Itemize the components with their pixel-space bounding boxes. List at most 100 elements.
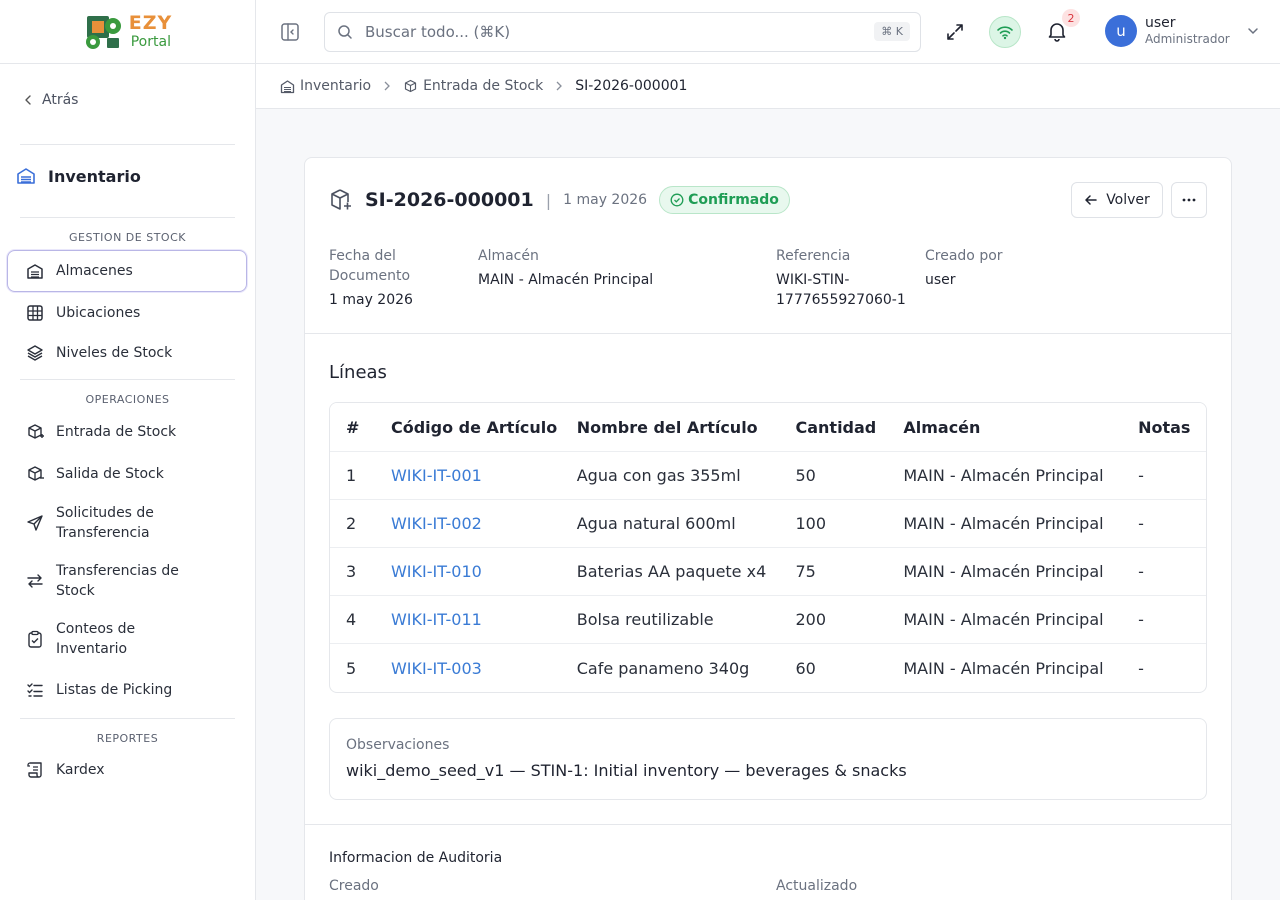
divider (20, 217, 235, 218)
top-bar: Buscar todo... (⌘K) ⌘ K 2 u user Adminis… (256, 0, 1280, 64)
sidebar-item-salida-de-stock[interactable]: Salida de Stock (8, 464, 248, 484)
meta-almacen: Almacén MAIN - Almacén Principal (478, 246, 653, 290)
sidebar-item-label: Stock (56, 583, 95, 599)
section-label-reportes: REPORTES (96, 732, 159, 745)
warehouse-icon (280, 79, 295, 93)
connection-status-button[interactable] (989, 16, 1021, 48)
cell-notes: - (1138, 466, 1144, 485)
item-code-link[interactable]: WIKI-IT-002 (391, 514, 577, 533)
sidebar-item-transferencias-de-stock[interactable]: Transferencias de Stock (8, 561, 248, 601)
logo[interactable]: EZY Portal (0, 0, 255, 64)
meta-value: user (925, 272, 956, 288)
sidebar-item-label: Almacenes (56, 263, 133, 279)
chevron-right-icon (556, 81, 563, 91)
search-input[interactable]: Buscar todo... (⌘K) ⌘ K (324, 12, 921, 52)
cell-item-name: Agua con gas 355ml (576, 466, 741, 485)
audit-section-title: Informacion de Auditoria (329, 850, 503, 866)
cell-notes: - (1138, 562, 1144, 581)
user-menu[interactable]: u user Administrador (1105, 15, 1260, 47)
meta-label: Documento (329, 268, 411, 284)
sidebar-item-kardex[interactable]: Kardex (8, 760, 248, 780)
column-header: Notas (1138, 417, 1191, 437)
warehouse-icon (17, 168, 35, 184)
cell-warehouse: MAIN - Almacén Principal (903, 610, 1104, 629)
breadcrumb-item-inventario[interactable]: Inventario (280, 78, 371, 94)
meta-creado-por: Creado por user (925, 246, 1003, 290)
user-name: user (1145, 15, 1176, 32)
sidebar-toggle-button[interactable] (280, 22, 300, 42)
title-separator: | (545, 190, 552, 210)
sidebar-item-label: Entrada de Stock (56, 424, 177, 440)
grid-icon (27, 305, 43, 321)
sidebar-item-label: Salida de Stock (56, 466, 164, 482)
arrows-swap-icon (27, 574, 43, 588)
meta-referencia: Referencia WIKI-STIN- 1777655927060-1 (776, 246, 906, 310)
audit-updated-label: Actualizado (776, 878, 858, 894)
column-header: # (346, 417, 360, 437)
sidebar-item-label: Listas de Picking (56, 682, 173, 698)
table-row: 1 WIKI-IT-001 Agua con gas 355ml 50 MAIN… (330, 452, 1206, 500)
module-title: Inventario (16, 166, 141, 186)
document-date: 1 may 2026 (563, 192, 648, 208)
arrow-left-icon (1085, 195, 1097, 205)
send-icon (27, 515, 43, 531)
sidebar-item-label: Ubicaciones (56, 305, 141, 321)
cell-quantity: 50 (795, 466, 816, 485)
section-label-gestion: GESTION DE STOCK (69, 231, 186, 244)
breadcrumb-item-entrada-de-stock[interactable]: Entrada de Stock (403, 78, 543, 94)
sidebar-item-label: Transferencia (56, 525, 150, 541)
meta-fecha: Fecha del Documento 1 may 2026 (329, 246, 413, 310)
sidebar-item-conteos-de-inventario[interactable]: Conteos de Inventario (8, 619, 248, 659)
table-row: 5 WIKI-IT-003 Cafe panameno 340g 60 MAIN… (330, 644, 1206, 692)
cell-quantity: 75 (795, 562, 816, 581)
logo-mark-icon (83, 12, 125, 52)
sidebar-item-niveles-de-stock[interactable]: Niveles de Stock (8, 343, 248, 363)
search-shortcut-badge: ⌘ K (874, 22, 910, 41)
cell-notes: - (1138, 610, 1144, 629)
lines-section-title: Líneas (329, 362, 387, 383)
warehouse-icon (27, 264, 43, 279)
item-code-link[interactable]: WIKI-IT-001 (391, 466, 577, 485)
meta-value: 1777655927060-1 (776, 292, 906, 308)
cell-notes: - (1138, 514, 1144, 533)
cell-quantity: 100 (795, 514, 827, 533)
sidebar-item-label: Inventario (56, 641, 128, 657)
sidebar-item-label: Kardex (56, 762, 105, 778)
lines-table: # Código de Artículo Nombre del Artículo… (329, 402, 1207, 693)
table-row: 4 WIKI-IT-011 Bolsa reutilizable 200 MAI… (330, 596, 1206, 644)
more-actions-button[interactable] (1171, 182, 1207, 218)
cell-quantity: 200 (795, 610, 827, 629)
search-icon (338, 25, 352, 39)
sidebar-item-almacenes[interactable]: Almacenes (7, 250, 247, 292)
item-code-link[interactable]: WIKI-IT-010 (391, 562, 577, 581)
item-code-link[interactable]: WIKI-IT-003 (391, 659, 577, 678)
cell-warehouse: MAIN - Almacén Principal (903, 466, 1104, 485)
meta-label: Referencia (776, 248, 851, 264)
meta-label: Fecha del (329, 248, 396, 264)
sidebar-item-ubicaciones[interactable]: Ubicaciones (8, 303, 248, 323)
fullscreen-button[interactable] (945, 22, 965, 42)
meta-value: 1 may 2026 (329, 292, 413, 308)
breadcrumb-label: Entrada de Stock (423, 78, 544, 94)
package-plus-icon (331, 189, 351, 210)
sidebar-item-listas-de-picking[interactable]: Listas de Picking (8, 680, 248, 700)
logo-text-top: EZY (128, 12, 173, 34)
sidebar: EZY Portal Atrás Inventario GESTION DE S… (0, 0, 256, 900)
cell-index: 1 (346, 466, 357, 485)
sidebar-item-label: Transferencias de (56, 563, 179, 579)
back-button[interactable]: Volver (1071, 182, 1163, 218)
meta-value: WIKI-STIN- (776, 272, 850, 288)
cell-item-name: Bolsa reutilizable (576, 610, 714, 629)
cell-index: 5 (346, 658, 357, 678)
back-link[interactable]: Atrás (22, 92, 78, 108)
item-code-link[interactable]: WIKI-IT-011 (391, 610, 577, 629)
observations-label: Observaciones (346, 737, 450, 753)
meta-label: Almacén (478, 248, 539, 264)
chevron-down-icon (1247, 28, 1258, 35)
column-header: Nombre del Artículo (576, 417, 758, 437)
sidebar-item-solicitudes-de-transferencia[interactable]: Solicitudes de Transferencia (8, 503, 248, 543)
cell-index: 3 (346, 562, 357, 581)
section-label-operaciones: OPERACIONES (85, 393, 170, 406)
cell-index: 2 (346, 514, 357, 533)
sidebar-item-entrada-de-stock[interactable]: Entrada de Stock (8, 422, 248, 442)
